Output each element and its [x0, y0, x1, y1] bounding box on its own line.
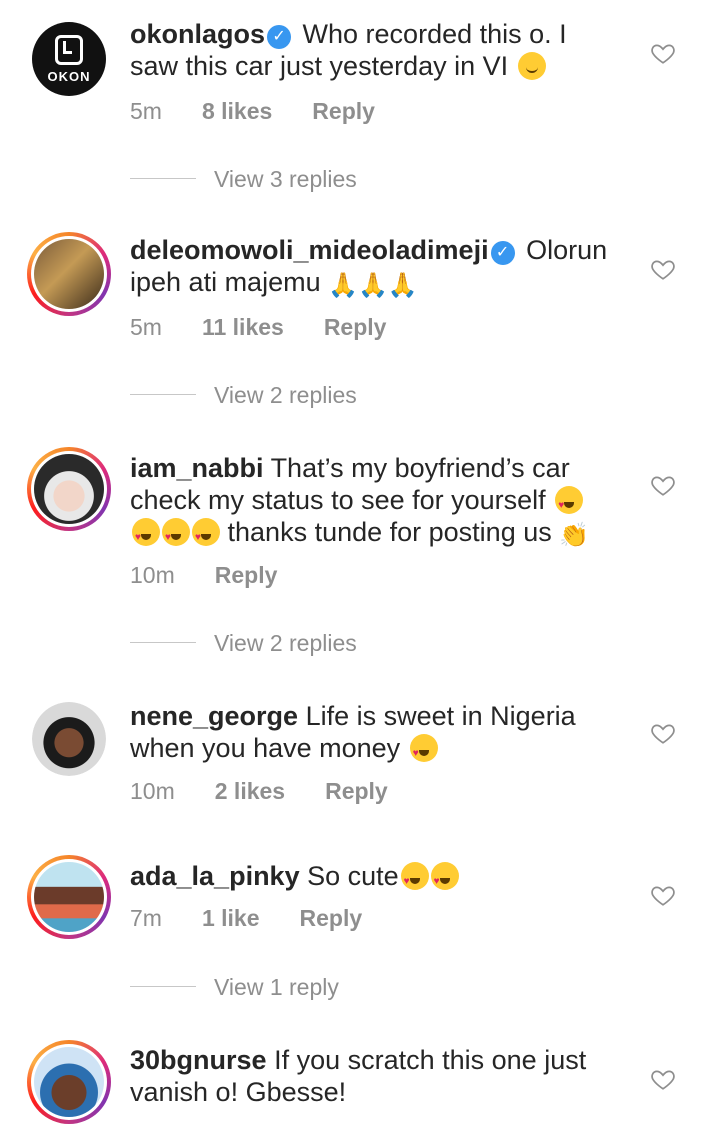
reply-button[interactable]: Reply — [325, 778, 388, 804]
reply-button[interactable]: Reply — [300, 905, 363, 931]
heart-eyes-icon — [409, 734, 438, 770]
view-replies[interactable]: View 3 replies — [130, 166, 357, 193]
avatar[interactable]: OKON — [32, 22, 106, 96]
comment-text: So cute — [307, 861, 399, 891]
reply-button[interactable]: Reply — [215, 562, 278, 588]
username[interactable]: ada_la_pinky — [130, 861, 300, 891]
avatar[interactable] — [27, 855, 111, 939]
praying-hands-icon: 🙏 — [328, 272, 359, 299]
divider — [130, 178, 196, 179]
praying-hands-icon: 🙏 — [387, 272, 418, 299]
comment-text: If you scratch this one just — [274, 1045, 587, 1075]
avatar[interactable] — [27, 1040, 111, 1124]
comment-text: Life is sweet in Nigeria — [305, 701, 576, 731]
username[interactable]: iam_nabbi — [130, 453, 264, 483]
comment-text: check my status to see for yourself — [130, 485, 546, 515]
likes-count[interactable]: 11 likes — [202, 314, 284, 340]
heart-eyes-icon — [132, 518, 160, 554]
clapping-hands-icon: 👏 — [559, 522, 590, 549]
heart-eyes-icon — [400, 862, 429, 898]
comment-text: saw this car just yesterday in VI — [130, 51, 509, 81]
verified-badge-icon: ✓ — [490, 241, 515, 265]
reply-button[interactable]: Reply — [324, 314, 387, 340]
comment-text: when you have money — [130, 733, 401, 763]
username[interactable]: nene_george — [130, 701, 298, 731]
praying-hands-icon: 🙏 — [358, 272, 388, 299]
comment-time: 5m — [130, 314, 162, 340]
username[interactable]: 30bgnurse — [130, 1045, 267, 1075]
comment-time: 10m — [130, 778, 175, 804]
avatar[interactable] — [32, 702, 106, 776]
profile-photo — [34, 862, 104, 932]
divider — [130, 986, 196, 987]
likes-count[interactable]: 1 like — [202, 905, 260, 931]
comment-text: That’s my boyfriend’s car — [270, 453, 570, 483]
heart-eyes-icon — [430, 862, 459, 898]
comment-text: thanks tunde for posting us — [227, 517, 552, 547]
verified-badge-icon: ✓ — [267, 25, 292, 49]
likes-count[interactable]: 8 likes — [202, 98, 272, 124]
heart-outline-icon[interactable] — [650, 720, 676, 746]
profile-photo — [34, 239, 104, 309]
heart-eyes-icon — [162, 518, 190, 554]
view-replies[interactable]: View 2 replies — [130, 382, 357, 409]
comment-text: vanish o! Gbesse! — [130, 1077, 347, 1107]
comment-time: 7m — [130, 905, 162, 931]
profile-photo — [34, 454, 104, 524]
comment-text: Olorun — [526, 235, 608, 265]
comment-text: ipeh ati majemu — [130, 267, 321, 297]
slightly-smiling-face-icon — [517, 52, 546, 80]
heart-outline-icon[interactable] — [650, 882, 676, 908]
reply-button[interactable]: Reply — [312, 98, 375, 124]
heart-outline-icon[interactable] — [650, 1066, 676, 1092]
likes-count[interactable]: 2 likes — [215, 778, 285, 804]
comment-time: 5m — [130, 98, 162, 124]
username[interactable]: okonlagos — [130, 19, 265, 49]
avatar[interactable] — [27, 232, 111, 316]
profile-photo — [32, 702, 106, 776]
comment-text: Who recorded this o. I — [302, 19, 567, 49]
heart-eyes-icon — [192, 518, 220, 554]
heart-outline-icon[interactable] — [650, 40, 676, 66]
heart-outline-icon[interactable] — [650, 256, 676, 282]
okon-logo-icon — [55, 34, 83, 65]
profile-photo — [34, 1047, 104, 1117]
username[interactable]: deleomowoli_mideoladimeji — [130, 235, 489, 265]
avatar[interactable] — [27, 447, 111, 531]
view-replies[interactable]: View 2 replies — [130, 630, 357, 657]
divider — [130, 642, 196, 643]
heart-outline-icon[interactable] — [650, 472, 676, 498]
divider — [130, 394, 196, 395]
view-replies[interactable]: View 1 reply — [130, 974, 339, 1001]
heart-eyes-icon — [555, 486, 584, 522]
comment-time: 10m — [130, 562, 175, 588]
